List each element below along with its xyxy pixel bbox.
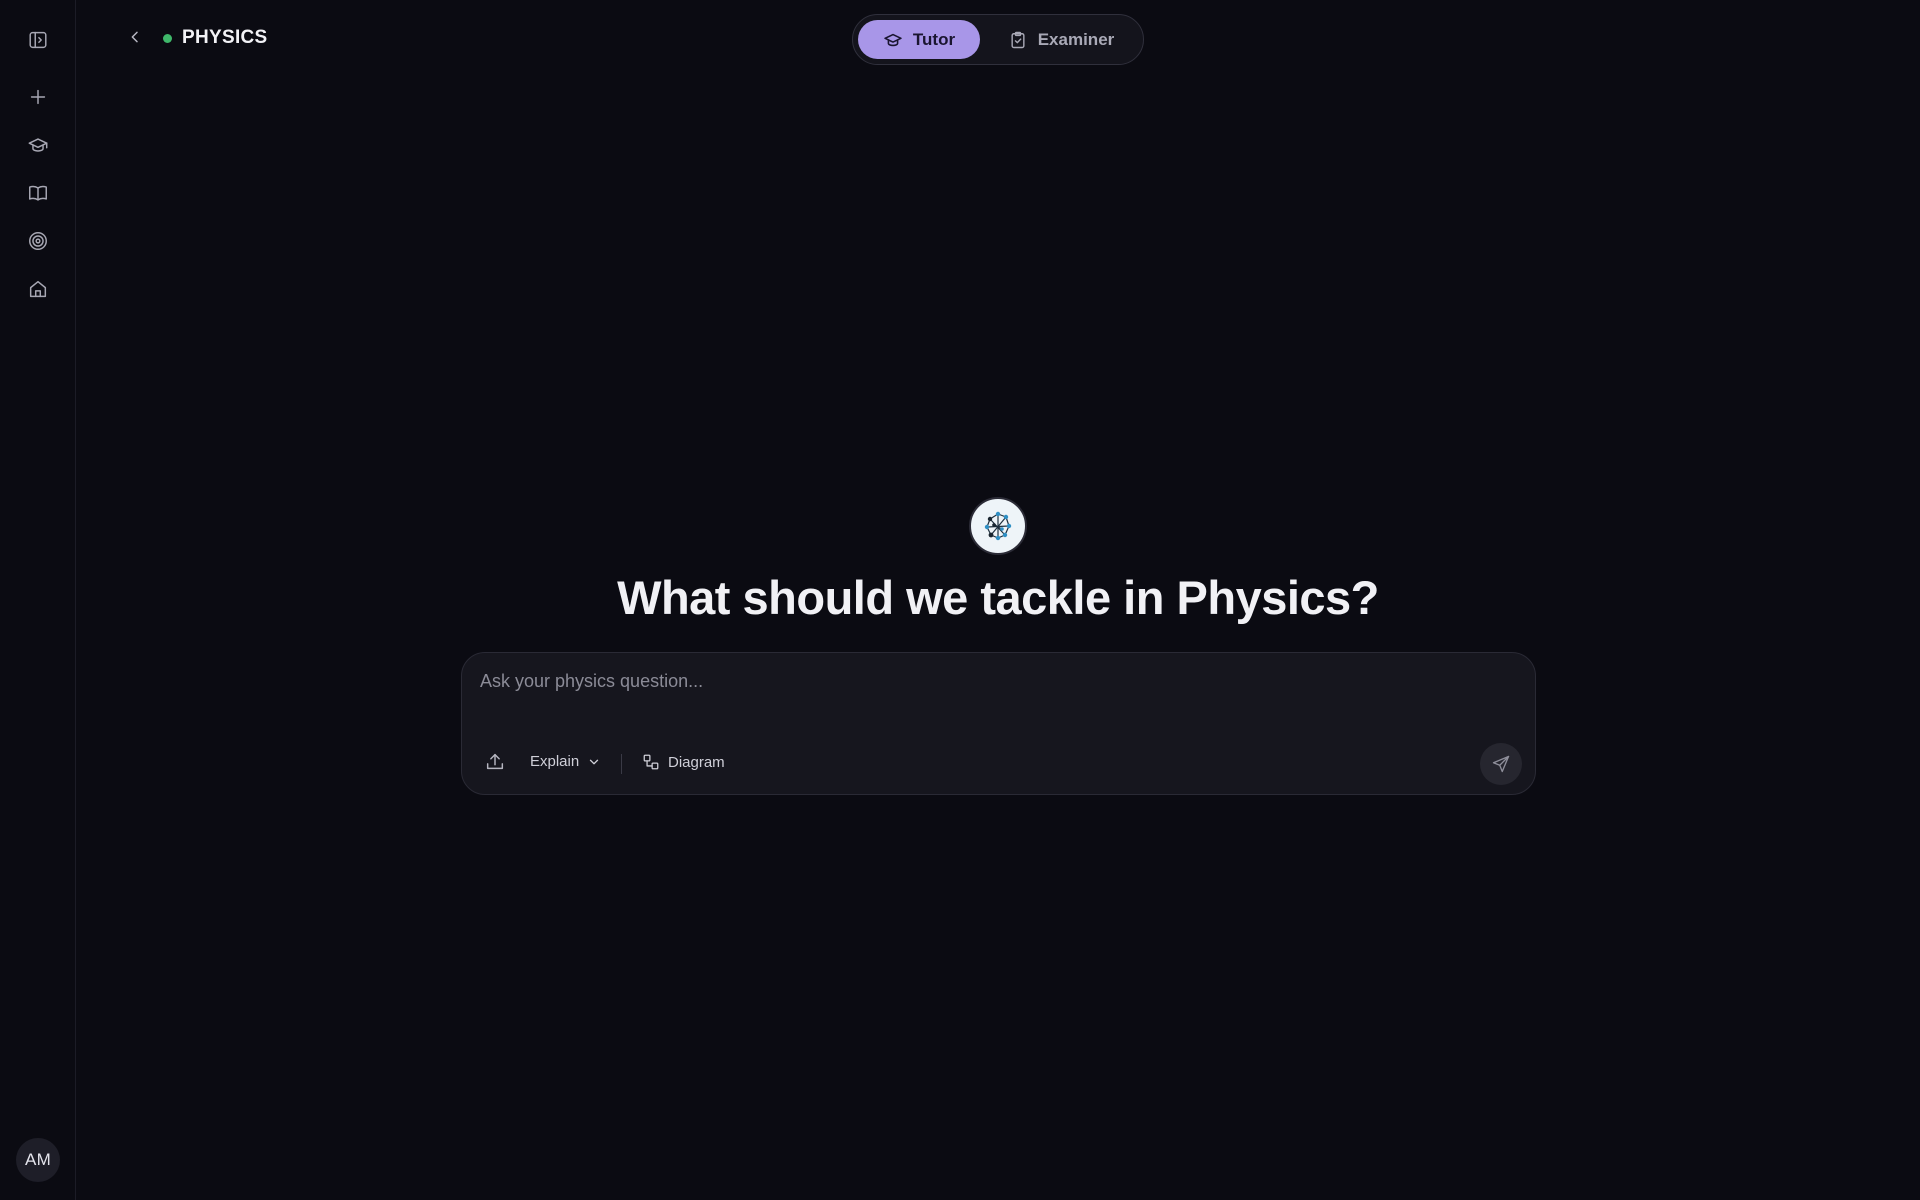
home-icon [29, 280, 47, 298]
tab-examiner[interactable]: Examiner [986, 20, 1136, 59]
target-icon [29, 232, 47, 250]
toolbar-divider [621, 754, 622, 774]
chevron-down-icon [590, 759, 599, 764]
explain-mode-dropdown[interactable]: Explain [530, 753, 601, 770]
composer: Explain Diagram [461, 652, 1536, 795]
subject-indicator: PHYSICS [163, 27, 268, 49]
sidebar-toggle-button[interactable] [18, 20, 58, 60]
graduation-cap-icon [884, 33, 902, 46]
question-input[interactable] [478, 669, 1478, 705]
send-button[interactable] [1480, 743, 1522, 785]
status-dot [163, 33, 172, 43]
learn-button[interactable] [18, 125, 58, 165]
sidebar-toggle-icon [29, 31, 47, 49]
subject-title: PHYSICS [182, 27, 268, 48]
tab-examiner-label: Examiner [1037, 29, 1115, 49]
page-headline: What should we tackle in Physics? [617, 571, 1379, 624]
goals-button[interactable] [18, 221, 58, 261]
physics-network-logo-icon [984, 511, 1012, 541]
diagram-button[interactable]: Diagram [642, 753, 725, 771]
tab-tutor[interactable]: Tutor [858, 20, 980, 59]
book-open-icon [29, 185, 47, 201]
plus-icon [30, 89, 46, 105]
diagram-button-label: Diagram [668, 753, 725, 771]
graduation-cap-icon [28, 138, 48, 152]
tab-tutor-label: Tutor [912, 29, 956, 49]
upload-icon [486, 753, 504, 770]
app-window: AM PHYSICS Tutor Examiner What should we… [0, 0, 1920, 1200]
send-icon [1492, 755, 1510, 773]
mode-switch: Tutor Examiner [852, 14, 1144, 65]
diagram-shapes-icon [643, 754, 659, 770]
explain-mode-label: Explain [530, 753, 580, 770]
library-button[interactable] [18, 173, 58, 213]
upload-button[interactable] [484, 751, 506, 773]
new-chat-button[interactable] [18, 77, 58, 117]
back-button[interactable] [122, 24, 148, 50]
physics-logo [969, 497, 1027, 555]
clipboard-check-icon [1011, 31, 1025, 48]
home-button[interactable] [18, 269, 58, 309]
user-avatar[interactable]: AM [16, 1138, 60, 1182]
chevron-left-icon [131, 31, 138, 43]
